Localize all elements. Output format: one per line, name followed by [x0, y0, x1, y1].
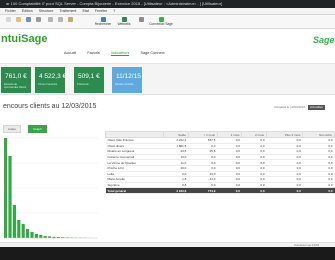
chart-bar[interactable] [12, 205, 16, 238]
tab-accueil[interactable]: Accueil [64, 51, 76, 55]
toolbar-open-button[interactable] [14, 17, 22, 28]
receivables-table: Solde < 1 mois 1 mois 2 mois Plus 3 mois Non … [105, 131, 335, 194]
new-icon [5, 17, 11, 22]
kpi-caption: Encours de commandes clients [4, 83, 27, 89]
toolbar-extra-button[interactable] [137, 17, 145, 28]
menu-item-fenetre[interactable]: Fenêtre [95, 8, 107, 15]
refresh-button[interactable]: Actualiser [308, 105, 326, 110]
copy-icon [57, 17, 63, 22]
menu-item-fichier[interactable]: Fichier [5, 8, 16, 15]
total-amount-cell: 0,0 [217, 187, 242, 194]
chart-bar[interactable] [30, 232, 34, 238]
kpi-caption: CA sur l'exercice [38, 83, 58, 86]
paste-icon [67, 17, 73, 22]
chart-bar[interactable] [8, 156, 12, 238]
toolbar-new-button[interactable] [4, 17, 12, 28]
kpi-caption: Dernier contrôle [115, 83, 134, 86]
nav-tabs: Accueil Favoris Indicateurs Sage Connect [64, 51, 175, 58]
toolbar-save-button[interactable] [24, 17, 32, 28]
kpi-value: 11/12/15 [116, 73, 141, 80]
toolbar: Rechercher Webcells Connexion Sage [0, 15, 335, 29]
kpi-tile-orders[interactable]: 761,0 € Encours de commandes clients [1, 67, 31, 93]
tab-favoris[interactable]: Favoris [87, 51, 99, 55]
folder-icon [15, 17, 21, 22]
menu-item-help[interactable]: ? [113, 8, 115, 15]
kpi-tile-treasury[interactable]: 509,1 € Trésorerie [74, 67, 104, 93]
toolbar-connect-button[interactable]: Connexion Sage [148, 17, 174, 28]
kpi-caption: Trésorerie [77, 83, 89, 86]
refresh-controls: Actualisé le 12/03/2015 Actualiser [274, 105, 326, 110]
menu-bar: Fichier Édition Structure Traitement Eta… [0, 8, 335, 15]
toolbar-print-button[interactable] [34, 17, 42, 28]
menu-item-traitement[interactable]: Traitement [59, 8, 76, 15]
total-label-cell: Total général [105, 187, 164, 194]
chart-bar[interactable] [4, 138, 8, 238]
chart-bar[interactable] [21, 224, 25, 238]
total-amount-cell: 0,0 [302, 187, 335, 194]
chart-bar[interactable] [39, 235, 43, 238]
tab-indicateurs[interactable]: Indicateurs [110, 51, 130, 56]
cut-icon [47, 17, 53, 22]
toolbar-copy-button[interactable] [56, 17, 64, 28]
kpi-value: 4 522,3 € [39, 73, 67, 80]
toolbar-connect-label: Connexion Sage [149, 22, 173, 26]
kpi-value: 509,1 € [78, 73, 100, 80]
gear-icon [138, 17, 144, 22]
refresh-date: Actualisé le 12/03/2015 [274, 105, 306, 109]
chart-bar[interactable] [26, 229, 30, 238]
page-title: encours clients au 12/03/2015 [3, 103, 97, 110]
kpi-tiles: 761,0 € Encours de commandes clients 4 5… [0, 63, 335, 95]
window-title-bar: ar 100 Comptabilité i7 pour SQL Server -… [0, 0, 335, 8]
toolbar-search-label: Rechercher [94, 22, 112, 26]
tab-sage-connect[interactable]: Sage Connect [140, 51, 164, 55]
kpi-tile-revenue[interactable]: 4 522,3 € CA sur l'exercice [35, 67, 67, 93]
kpi-value: 761,0 € [5, 73, 27, 80]
view-tabs: Listes Graph [3, 117, 50, 133]
app-logo: ntuiSage [1, 33, 48, 45]
print-icon [35, 17, 41, 22]
receivables-bar-chart [4, 137, 98, 239]
menu-item-edition[interactable]: Édition [22, 8, 33, 15]
table-total-row: Total général 3 943,6 774,9 0,0 0,0 0,0 0,0 [105, 187, 335, 194]
toolbar-cut-button[interactable] [46, 17, 54, 28]
save-icon [25, 17, 31, 22]
menu-item-etat[interactable]: Etat [82, 8, 88, 15]
screen-bezel [0, 247, 335, 260]
chart-bar[interactable] [43, 236, 47, 238]
kpi-tile-last-check[interactable]: 11/12/15 Dernier contrôle [112, 67, 142, 93]
menu-item-structure[interactable]: Structure [39, 8, 54, 15]
toolbar-search-button[interactable]: Rechercher [93, 17, 113, 28]
total-amount-cell: 774,9 [188, 187, 218, 194]
total-amount-cell: 0,0 [241, 187, 267, 194]
toolbar-paste-button[interactable] [66, 17, 74, 28]
toolbar-webcells-label: Webcells [117, 22, 131, 26]
chart-bar[interactable] [34, 234, 38, 238]
total-amount-cell: 0,0 [266, 187, 303, 194]
toolbar-webcells-button[interactable]: Webcells [115, 17, 133, 28]
sage-logo: Sage [313, 35, 335, 45]
chart-bar[interactable] [17, 220, 21, 238]
total-amount-cell: 3 943,6 [163, 187, 189, 194]
window-title: ar 100 Comptabilité i7 pour SQL Server -… [6, 1, 223, 6]
